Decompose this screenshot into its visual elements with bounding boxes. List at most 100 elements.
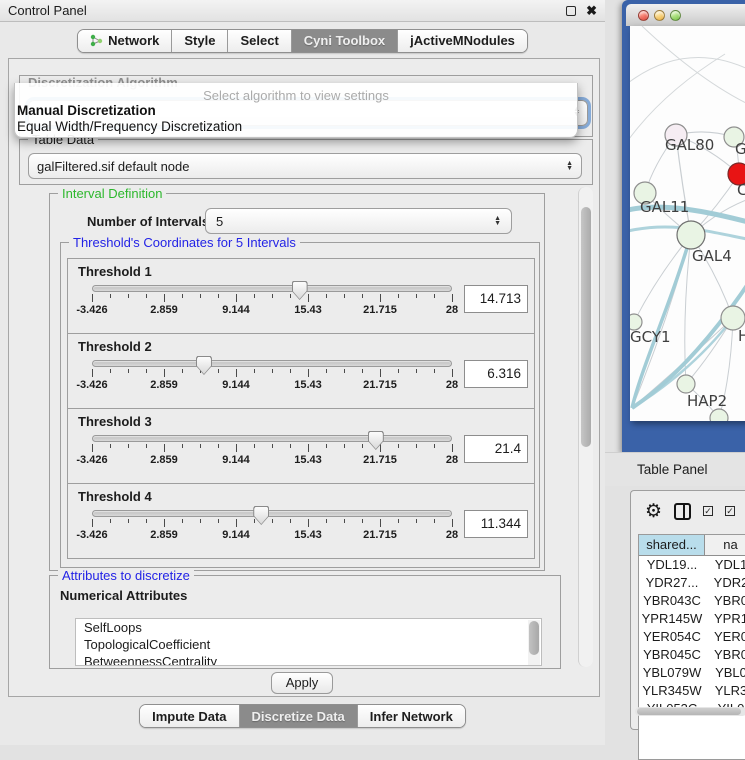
tab-label: Network: [108, 33, 159, 48]
tab-select[interactable]: Select: [227, 30, 290, 52]
slider-tick-labels: -3.4262.8599.14415.4321.71528: [92, 304, 452, 317]
threshold-label: Threshold 1: [78, 264, 152, 279]
attribute-list-item[interactable]: SelfLoops: [76, 619, 541, 636]
table-row[interactable]: YER054CYER0: [639, 628, 745, 646]
threshold-slider-track[interactable]: [92, 510, 452, 517]
combo-value: galFiltered.sif default node: [37, 159, 566, 174]
dropdown-item-equal-width-frequency[interactable]: Equal Width/Frequency Discretization: [17, 119, 242, 134]
tab-impute-data[interactable]: Impute Data: [140, 705, 238, 727]
network-node[interactable]: [710, 409, 728, 421]
network-canvas[interactable]: GAL80GACGAL11GAL4GCY1HHAP2: [630, 26, 745, 421]
network-node-label: GAL4: [692, 247, 732, 265]
split-columns-icon[interactable]: [674, 503, 691, 520]
thresholds-coordinates-group: Threshold's Coordinates for 5 Intervals …: [60, 242, 540, 568]
threshold-value-field[interactable]: 6.316: [464, 360, 528, 388]
threshold-value-field[interactable]: 14.713: [464, 285, 528, 313]
table-row[interactable]: YPR145WYPR1: [639, 610, 745, 628]
dropdown-prompt: Select algorithm to view settings: [15, 88, 577, 103]
table-cell: YBR045C: [639, 646, 705, 664]
table-toolbar: ⚙ ✓ ✓: [631, 497, 745, 525]
threshold-slider-track[interactable]: [92, 435, 452, 442]
table-cell: YER0: [705, 628, 745, 646]
table-cell: YBL079W: [639, 664, 705, 682]
table-cell: YDR2: [705, 574, 745, 592]
tab-cyni-toolbox[interactable]: Cyni Toolbox: [291, 30, 397, 52]
combo-stepper-icon: ▲▼: [566, 161, 573, 171]
network-node-label: GAL11: [640, 198, 689, 216]
threshold-value-field[interactable]: 11.344: [464, 510, 528, 538]
threshold-slider-track[interactable]: [92, 360, 452, 367]
horizontal-scrollbar[interactable]: [635, 707, 745, 716]
group-title: Threshold's Coordinates for 5 Intervals: [69, 235, 300, 250]
mac-minimize-icon[interactable]: [654, 10, 665, 21]
table-cell: YPR1: [705, 610, 745, 628]
tab-jactivemnodules[interactable]: jActiveMNodules: [397, 30, 527, 52]
slider-ticks: [92, 444, 452, 454]
slider-tick-labels: -3.4262.8599.14415.4321.71528: [92, 529, 452, 542]
mac-zoom-icon[interactable]: [670, 10, 681, 21]
threshold-panel: Threshold 1 -3.4262.8599.14415.4321.71528…: [67, 258, 535, 334]
scrollbar-thumb[interactable]: [637, 708, 741, 715]
column-header-na[interactable]: na: [705, 535, 745, 556]
checkbox-icon-2[interactable]: ✓: [725, 506, 735, 516]
attribute-list-item[interactable]: BetweennessCentrality: [76, 653, 541, 666]
checkbox-icon-1[interactable]: ✓: [703, 506, 713, 516]
threshold-slider-track[interactable]: [92, 285, 452, 292]
table-row[interactable]: YDL19...YDL1: [639, 556, 745, 574]
tab-label: Select: [240, 33, 278, 48]
table-cell: YER054C: [639, 628, 705, 646]
table-cell: YLR345W: [639, 682, 705, 700]
vertical-scrollbar[interactable]: [528, 620, 540, 666]
network-node-label: C: [737, 181, 745, 199]
threshold-value-field[interactable]: 21.4: [464, 435, 528, 463]
network-node[interactable]: [677, 375, 695, 393]
network-window-titlebar: [626, 4, 745, 26]
tab-label: Style: [184, 33, 215, 48]
table-row[interactable]: YBR045CYBR0: [639, 646, 745, 664]
attributes-to-discretize-group: Attributes to discretize Numerical Attri…: [49, 575, 561, 669]
network-node-label: GA: [735, 140, 745, 158]
dropdown-item-manual-discretization[interactable]: Manual Discretization: [17, 103, 156, 118]
vertical-scrollbar[interactable]: [578, 187, 593, 667]
numerical-attributes-label: Numerical Attributes: [60, 588, 187, 603]
tab-network[interactable]: Network: [78, 30, 171, 52]
table-row[interactable]: YDR27...YDR2: [639, 574, 745, 592]
slider-ticks: [92, 294, 452, 304]
table-cell: YBL0: [705, 664, 745, 682]
table-row[interactable]: YBL079WYBL0: [639, 664, 745, 682]
table-row[interactable]: YBR043CYBR0: [639, 592, 745, 610]
attribute-list-item[interactable]: TopologicalCoefficient: [76, 636, 541, 653]
column-header-shared[interactable]: shared...: [639, 535, 705, 556]
control-panel-titlebar: Control Panel ✖: [0, 0, 605, 22]
table-panel-window: ⚙ ✓ ✓ shared...naYDL19...YDL1YDR27...YDR…: [630, 490, 745, 730]
network-edge[interactable]: [630, 58, 745, 86]
slider-tick-labels: -3.4262.8599.14415.4321.71528: [92, 454, 452, 467]
control-panel-main: Discretization Algorithm ▲▼ Select algor…: [8, 58, 600, 697]
table-cell: YDL19...: [639, 556, 705, 574]
table-data-combobox[interactable]: galFiltered.sif default node ▲▼: [28, 153, 582, 179]
algorithm-dropdown-popup: Select algorithm to view settings Manual…: [14, 83, 578, 138]
combo-stepper-icon: ▲▼: [494, 216, 501, 226]
table-cell: YBR0: [705, 646, 745, 664]
table-cell: YLR3: [705, 682, 745, 700]
network-icon: [90, 34, 103, 47]
tab-label: Impute Data: [152, 709, 226, 724]
close-icon[interactable]: ✖: [586, 6, 597, 16]
tab-discretize-data[interactable]: Discretize Data: [239, 705, 357, 727]
number-of-intervals-combobox[interactable]: 5 ▲▼: [205, 208, 512, 234]
table-row[interactable]: YLR345WYLR3: [639, 682, 745, 700]
table-cell: YDR27...: [639, 574, 705, 592]
gear-icon[interactable]: ⚙: [645, 502, 662, 521]
scrollbar-thumb[interactable]: [581, 207, 591, 447]
network-node-label: HAP2: [687, 392, 727, 410]
scrollbar-thumb[interactable]: [529, 621, 539, 655]
tab-infer-network[interactable]: Infer Network: [357, 705, 465, 727]
slider-tick-labels: -3.4262.8599.14415.4321.71528: [92, 379, 452, 392]
network-edge[interactable]: [634, 235, 691, 322]
tab-style[interactable]: Style: [171, 30, 227, 52]
network-node[interactable]: [677, 221, 705, 249]
tab-label: Discretize Data: [252, 709, 345, 724]
apply-button[interactable]: Apply: [271, 672, 333, 694]
mac-close-icon[interactable]: [638, 10, 649, 21]
float-window-icon[interactable]: [566, 6, 576, 16]
